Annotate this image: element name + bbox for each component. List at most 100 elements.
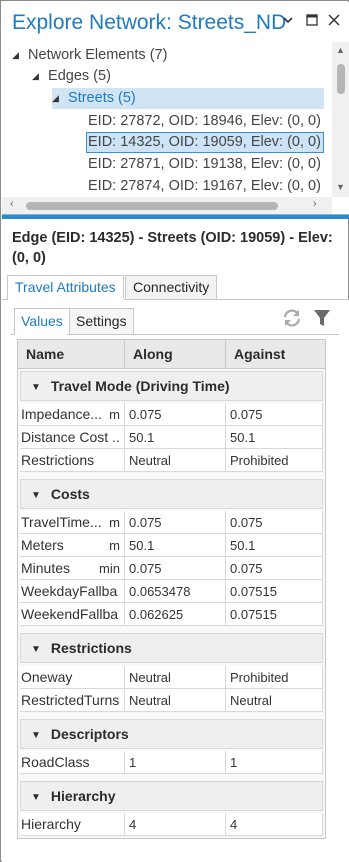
table-row[interactable]: Restrictions Neutral Prohibited [20,449,323,472]
chevron-down-icon[interactable]: ▼ [31,722,41,750]
cell-along: 0.075 [125,403,226,426]
table-row[interactable]: Meters m 50.1 50.1 [20,534,323,557]
cell-along: 0.075 [125,557,226,580]
tree-node-label: EID: 27872, OID: 18946, Elev: (0, 0) [88,113,321,129]
cell-along: Neutral [125,666,226,689]
table-row[interactable]: Minutes min 0.075 0.075 [20,557,323,580]
cell-along: Neutral [125,689,226,712]
tree-node-label: EID: 27871, OID: 19138, Elev: (0, 0) [88,156,321,172]
column-header-against[interactable]: Against [226,340,325,369]
cell-against: 0.075 [226,403,323,426]
attributes-grid: Name Along Against ▼ Travel Mode (Driving… [17,339,326,839]
group-travel-mode[interactable]: ▼ Travel Mode (Driving Time) [20,371,323,401]
group-costs[interactable]: ▼ Costs [20,479,323,509]
tree-node-label: EID: 14325, OID: 19059, Elev: (0, 0) [88,134,321,150]
cell-against: Prohibited [226,666,323,689]
tree-node-label: EID: 27874, OID: 19167, Elev: (0, 0) [88,178,321,194]
filter-icon[interactable] [311,307,333,329]
tab-connectivity[interactable]: Connectivity [125,275,218,300]
cell-against: 0.07515 [226,580,323,603]
dropdown-icon[interactable] [280,14,296,30]
table-row[interactable]: TravelTime... m 0.075 0.075 [20,511,323,534]
cell-name: RoadClass [20,751,125,774]
network-elements-tree: ◢ Network Elements (7) ◢ Edges (5) ◢ Str… [2,42,349,214]
table-row[interactable]: RestrictedTurns Neutral Neutral [20,689,323,712]
column-header-along[interactable]: Along [125,340,226,369]
grid-header: Name Along Against [18,340,325,369]
element-header: Edge (EID: 14325) - Streets (OID: 19059)… [12,230,333,266]
tab-settings[interactable]: Settings [69,308,134,335]
column-header-name[interactable]: Name [18,340,125,369]
active-tab-gap [8,298,124,300]
tree-node-edge-item[interactable]: EID: 27872, OID: 18946, Elev: (0, 0) [88,111,321,132]
cell-against: Neutral [226,689,323,712]
group-hierarchy[interactable]: ▼ Hierarchy [20,781,323,811]
cell-name: WeekdayFallba [20,580,125,603]
table-row[interactable]: WeekendFallba 0.062625 0.07515 [20,603,323,626]
cell-name: Hierarchy [20,813,125,836]
group-descriptors[interactable]: ▼ Descriptors [20,719,323,749]
tab-values[interactable]: Values [14,308,70,335]
scrollbar-thumb[interactable] [26,202,278,210]
cell-name: RestrictedTurns [20,689,125,712]
refresh-icon[interactable] [281,307,303,329]
tree-node-network-elements[interactable]: ◢ Network Elements (7) [12,45,167,66]
cell-against: 0.07515 [226,603,323,626]
table-row[interactable]: Impedance... m 0.075 0.075 [20,403,323,426]
cell-against: Prohibited [226,449,323,472]
chevron-down-icon[interactable]: ▼ [31,482,41,510]
active-subtab-gap [15,333,67,335]
cell-against: 1 [226,751,323,774]
tree-vertical-scrollbar[interactable]: ▲ ▼ [332,42,349,197]
table-row[interactable]: Distance Cost .. 50.1 50.1 [20,426,323,449]
cell-name: Oneway [20,666,125,689]
chevron-down-icon[interactable]: ▼ [31,374,41,402]
close-icon[interactable] [326,14,342,30]
expanded-triangle-icon[interactable]: ◢ [12,45,24,66]
cell-against: 50.1 [226,426,323,449]
tree-horizontal-scrollbar[interactable]: ‹ › [2,197,332,214]
pane-splitter[interactable] [2,214,349,219]
table-row[interactable]: Oneway Neutral Prohibited [20,666,323,689]
title-bar: Explore Network: Streets_ND [2,2,349,42]
cell-name: Meters m [20,534,125,557]
table-row[interactable]: RoadClass 1 1 [20,751,323,774]
group-title: Restrictions [50,640,132,656]
expanded-triangle-icon[interactable]: ◢ [32,66,44,87]
scroll-left-icon[interactable]: ‹ [10,198,14,210]
tab-travel-attributes[interactable]: Travel Attributes [7,275,124,300]
tree-node-edges[interactable]: ◢ Edges (5) [32,66,111,87]
cell-against: 0.075 [226,557,323,580]
cell-against: 4 [226,813,323,836]
tree-node-streets[interactable]: ◢ Streets (5) [52,88,324,109]
scroll-right-icon[interactable]: › [313,198,317,210]
scroll-down-icon[interactable]: ▼ [332,182,349,192]
table-row[interactable]: Hierarchy 4 4 [20,813,323,836]
scrollbar-thumb[interactable] [337,64,345,94]
group-restrictions[interactable]: ▼ Restrictions [20,633,323,663]
tree-node-edge-item[interactable]: EID: 27871, OID: 19138, Elev: (0, 0) [88,154,321,175]
pane-title: Explore Network: Streets_ND [12,11,287,34]
group-title: Travel Mode (Driving Time) [50,378,230,394]
table-row[interactable]: WeekdayFallba 0.0653478 0.07515 [20,580,323,603]
cell-along: 1 [125,751,226,774]
expanded-triangle-icon[interactable]: ◢ [52,88,64,109]
scroll-up-icon[interactable]: ▲ [332,45,349,55]
tree-node-edge-item[interactable]: EID: 27874, OID: 19167, Elev: (0, 0) [88,176,321,197]
cell-along: 0.075 [125,511,226,534]
cell-against: 50.1 [226,534,323,557]
chevron-down-icon[interactable]: ▼ [31,636,41,664]
cell-name: WeekendFallba [20,603,125,626]
maximize-icon[interactable] [304,14,320,30]
cell-name: Minutes min [20,557,125,580]
chevron-down-icon[interactable]: ▼ [31,784,41,812]
cell-along: 4 [125,813,226,836]
tree-node-edge-item-selected[interactable]: EID: 14325, OID: 19059, Elev: (0, 0) [86,132,324,153]
cell-along: 50.1 [125,534,226,557]
group-title: Hierarchy [50,788,116,804]
group-title: Costs [50,486,90,502]
tree-node-label: Network Elements (7) [28,47,168,63]
cell-name: TravelTime... m [20,511,125,534]
cell-along: 0.0653478 [125,580,226,603]
cell-name: Impedance... m [20,403,125,426]
